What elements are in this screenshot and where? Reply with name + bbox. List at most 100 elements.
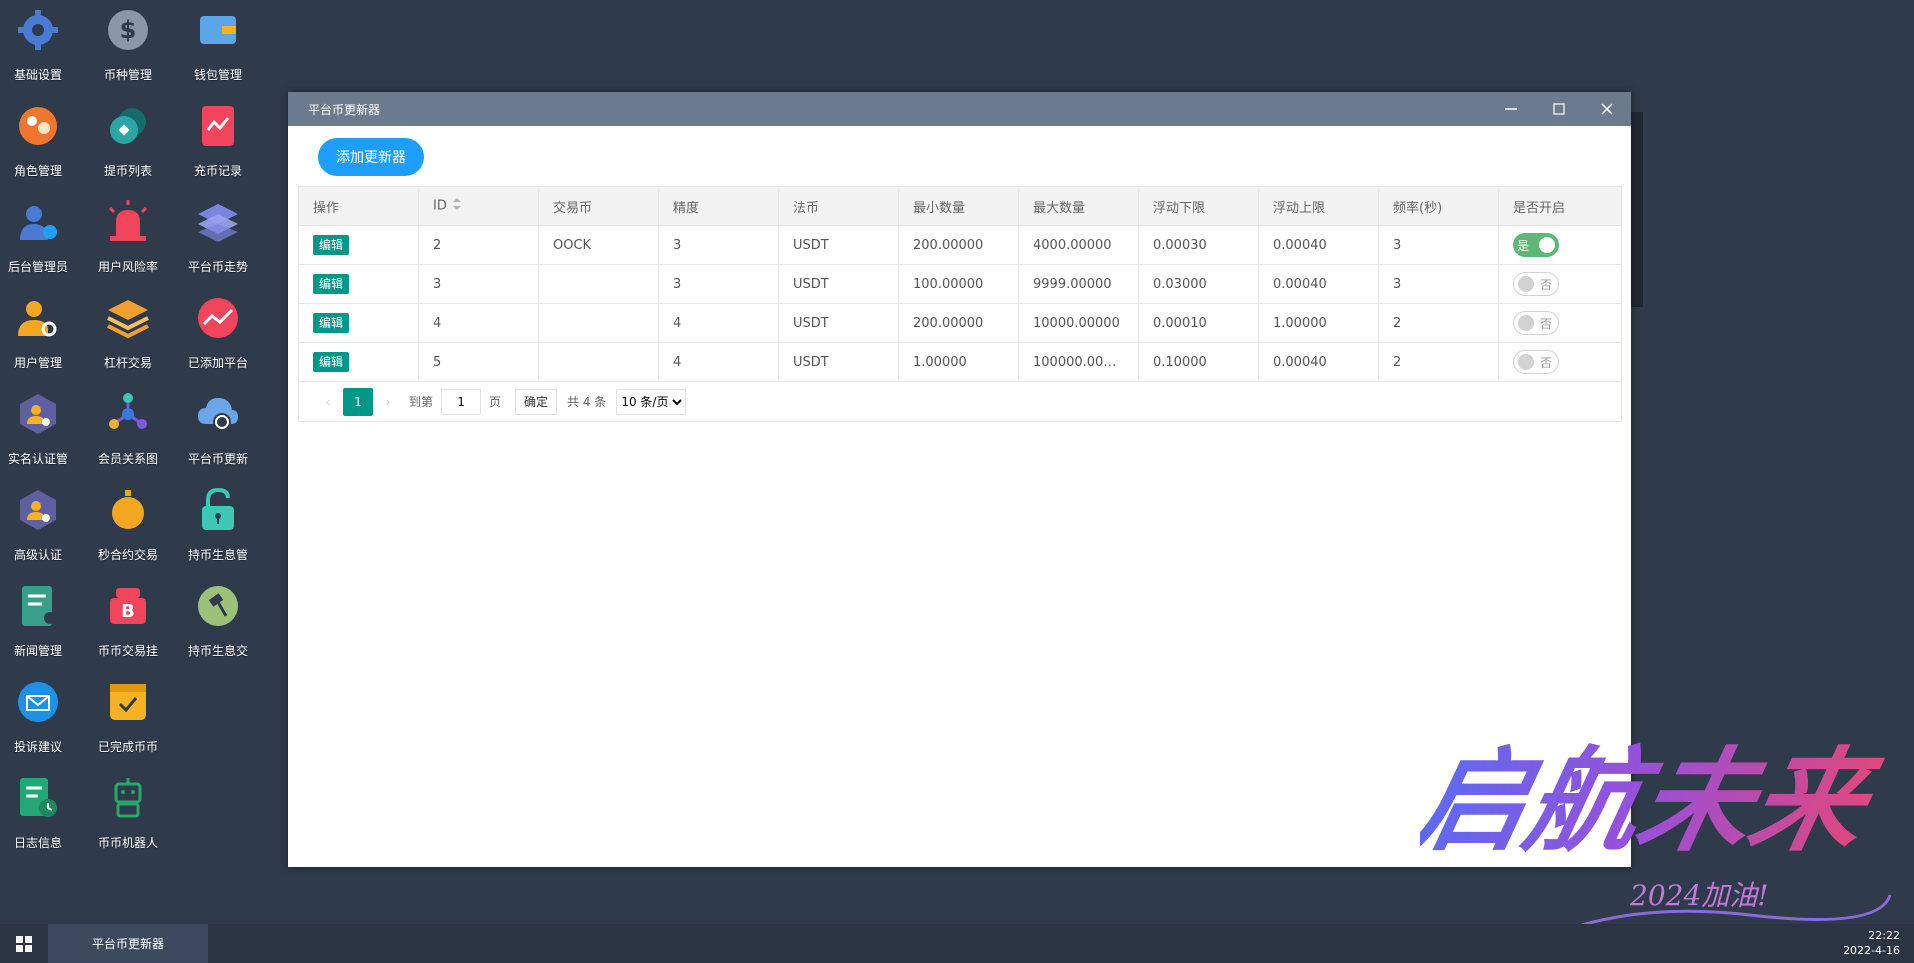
desktop-icon[interactable]: 日志信息	[0, 770, 83, 860]
edit-button[interactable]: 编辑	[313, 352, 350, 372]
desktop-icon-label: 秒合约交易	[97, 548, 158, 562]
cell-id: 4	[418, 303, 539, 343]
enabled-switch[interactable]: 否	[1513, 350, 1559, 374]
cell-fiat: USDT	[778, 342, 899, 382]
desktop-icon[interactable]: 角色管理	[0, 98, 83, 188]
desktop-icon[interactable]: 钱包管理	[173, 2, 263, 92]
clock: 22:22 2022-4-16	[1843, 928, 1900, 958]
desktop-icon-label: 已添加平台	[187, 356, 248, 370]
desktop-icon[interactable]: 会员关系图	[83, 386, 173, 476]
table-row: 编辑 删除 3 3 USDT 100.00000 9999.00000 0.03000 0.00…	[298, 264, 1622, 304]
window-title: 平台币更新器	[308, 102, 381, 117]
enabled-switch[interactable]: 否	[1513, 272, 1559, 296]
enabled-switch[interactable]: 是	[1513, 233, 1559, 257]
window-titlebar[interactable]: 平台币更新器	[288, 92, 1631, 126]
cell-precision: 3	[658, 264, 779, 304]
admin-icon	[14, 198, 62, 246]
maximize-icon	[1553, 103, 1565, 115]
desktop-icon-label: 持币生息交	[187, 644, 248, 658]
cell-coin	[538, 303, 659, 343]
trend-icon	[194, 294, 242, 342]
robot-icon	[104, 774, 152, 822]
log-icon	[14, 774, 62, 822]
roles-icon	[14, 102, 62, 150]
cell-max: 10000.00000	[1018, 303, 1139, 343]
close-button[interactable]	[1583, 92, 1631, 126]
dollar-icon: $	[104, 6, 152, 54]
taskbar-item[interactable]: 平台币更新器	[48, 924, 208, 963]
desktop-icon[interactable]: 已添加平台	[173, 290, 263, 380]
cell-max: 9999.00000	[1018, 264, 1139, 304]
desktop-icon[interactable]: 充币记录	[173, 98, 263, 188]
col-id[interactable]: ID	[418, 186, 539, 226]
pager: ‹ 1 › 到第 页 确定 共 4 条 10 条/页	[313, 387, 1607, 416]
bitcoin-icon: B	[104, 582, 152, 630]
hammer-icon	[194, 582, 242, 630]
sort-icon[interactable]	[452, 198, 461, 214]
desktop-icon[interactable]: B 币币交易挂	[83, 578, 173, 668]
current-page[interactable]: 1	[343, 387, 373, 416]
desktop-icon[interactable]: 实名认证管	[0, 386, 83, 476]
maximize-button[interactable]	[1535, 92, 1583, 126]
goto-page-input[interactable]	[441, 388, 482, 415]
start-button[interactable]	[0, 924, 48, 963]
layers-icon	[194, 198, 242, 246]
desktop-icon[interactable]: 持币生息交	[173, 578, 263, 668]
desktop-icon-label: 投诉建议	[13, 740, 62, 754]
desktop-icon[interactable]: 已完成币币	[83, 674, 173, 764]
cell-low: 0.00030	[1138, 225, 1259, 265]
cell-min: 1.00000	[898, 342, 1019, 382]
desktop: 基础设置 $ 币种管理 钱包管理角色管理 提币列表 充币记录后台管理员 用户风险率 平台币走势…	[0, 0, 270, 920]
user-search-icon	[14, 294, 62, 342]
edit-button[interactable]: 编辑	[313, 313, 350, 333]
add-updater-button[interactable]: 添加更新器	[318, 138, 424, 176]
goto-confirm-button[interactable]: 确定	[515, 388, 558, 415]
desktop-icon[interactable]: 平台币走势	[173, 194, 263, 284]
cell-id: 5	[418, 342, 539, 382]
switch-label: 否	[1540, 277, 1553, 292]
cell-fiat: USDT	[778, 303, 899, 343]
prev-page-icon[interactable]: ‹	[313, 395, 343, 409]
watermark-main: 启航未来	[1420, 735, 1890, 867]
next-page-icon[interactable]: ›	[373, 395, 403, 409]
cell-enabled: 是	[1498, 225, 1622, 265]
edit-button[interactable]: 编辑	[313, 274, 350, 294]
updater-table: 操作 ID 交易币 精度 法币 最小数量 最大数量 浮动下限 浮动上限 频率(秒…	[298, 186, 1622, 422]
cell-high: 0.00040	[1258, 342, 1379, 382]
table-header-row: 操作 ID 交易币 精度 法币 最小数量 最大数量 浮动下限 浮动上限 频率(秒…	[298, 186, 1622, 226]
desktop-icon[interactable]: $ 币种管理	[83, 2, 173, 92]
page-label: 页	[489, 395, 502, 409]
desktop-icon[interactable]: 新闻管理	[0, 578, 83, 668]
col-freq: 频率(秒)	[1378, 186, 1499, 226]
cell-low: 0.10000	[1138, 342, 1259, 382]
enabled-switch[interactable]: 否	[1513, 311, 1559, 335]
desktop-icon[interactable]: 持币生息管	[173, 482, 263, 572]
desktop-icon[interactable]: 用户管理	[0, 290, 83, 380]
table-row: 编辑 删除 2 OOCK 3 USDT 200.00000 4000.00000 0.00030…	[298, 225, 1622, 265]
switch-knob	[1518, 354, 1534, 370]
stopwatch-icon	[104, 486, 152, 534]
windows-icon	[16, 935, 32, 952]
desktop-icon[interactable]: 用户风险率	[83, 194, 173, 284]
desktop-icon-label: 角色管理	[13, 164, 62, 178]
desktop-icon[interactable]: 杠杆交易	[83, 290, 173, 380]
advanced-verify-icon	[14, 486, 62, 534]
desktop-icon-label: 后台管理员	[7, 260, 68, 274]
minimize-button[interactable]	[1487, 92, 1535, 126]
desktop-icon[interactable]: 平台币更新	[173, 386, 263, 476]
stack-icon	[104, 294, 152, 342]
cell-max: 100000.000…	[1018, 342, 1139, 382]
desktop-icon[interactable]: 投诉建议	[0, 674, 83, 764]
desktop-icon[interactable]: 秒合约交易	[83, 482, 173, 572]
desktop-icon[interactable]: 高级认证	[0, 482, 83, 572]
desktop-icon[interactable]: 后台管理员	[0, 194, 83, 284]
desktop-icon[interactable]: 提币列表	[83, 98, 173, 188]
clock-time: 22:22	[1868, 929, 1900, 942]
page-size-select[interactable]: 10 条/页	[616, 388, 687, 415]
col-enabled: 是否开启	[1498, 186, 1622, 226]
cell-coin: OOCK	[538, 225, 659, 265]
desktop-icon[interactable]: 基础设置	[0, 2, 83, 92]
col-actions: 操作	[298, 186, 419, 226]
desktop-icon[interactable]: 币币机器人	[83, 770, 173, 860]
edit-button[interactable]: 编辑	[313, 235, 350, 255]
